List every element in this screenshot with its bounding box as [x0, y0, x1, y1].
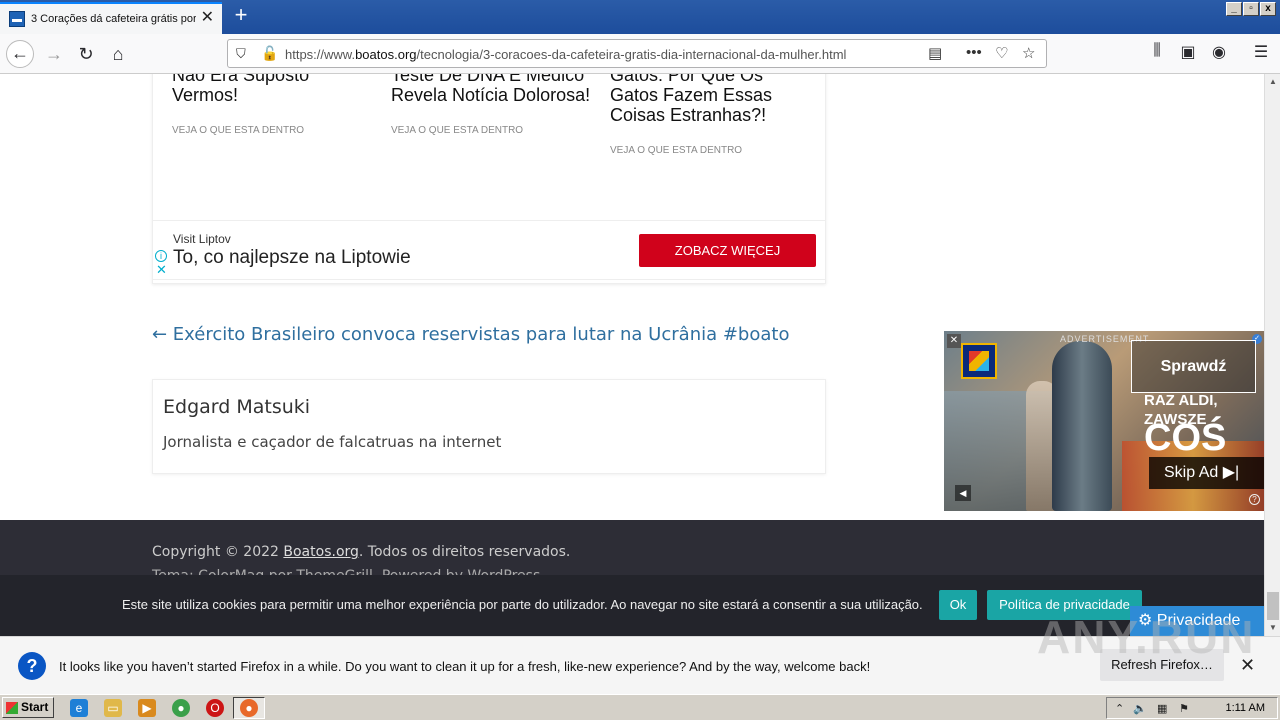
ad-close-icon[interactable]: ✕	[156, 263, 167, 276]
ad-sponsor: Visit Liptov	[173, 232, 231, 246]
volume-icon[interactable]: 🔈	[1133, 702, 1147, 715]
recommendation-link[interactable]: VEJA O QUE ESTA DENTRO	[610, 145, 810, 156]
previous-post-link[interactable]: ← Exército Brasileiro convoca reservista…	[152, 324, 789, 345]
tab-close-icon[interactable]: ✕	[201, 10, 214, 26]
browser-titlebar: 3 Corações dá cafeteira grátis por ✕ + _…	[0, 0, 1280, 34]
video-ad-slogan-big: COŚ	[1144, 417, 1227, 459]
flag-icon[interactable]: ⚑	[1179, 702, 1189, 715]
video-ad-close-icon[interactable]: ✕	[947, 334, 961, 348]
account-icon[interactable]: ◉	[1208, 42, 1230, 62]
url-text: https://www.boatos.org/tecnologia/3-cora…	[285, 47, 847, 62]
footer-copyright: Copyright © 2022 Boatos.org. Todos os di…	[152, 544, 571, 560]
scroll-up-icon[interactable]: ▲	[1265, 74, 1280, 90]
ie-icon[interactable]: e	[70, 699, 88, 717]
ad-scene-woman	[1052, 341, 1112, 511]
video-ad-cta-button[interactable]: Sprawdź	[1131, 340, 1256, 393]
author-name: Edgard Matsuki	[163, 396, 311, 418]
footer-site-link[interactable]: Boatos.org	[283, 544, 359, 560]
watermark: ANY.RUN	[1037, 611, 1256, 663]
skip-ad-button[interactable]: Skip Ad ▶|	[1149, 457, 1264, 489]
firefox-task-button[interactable]: ●	[233, 697, 265, 719]
navigation-toolbar: ← → ↻ ⌂ ⛉ 🔓 https://www.boatos.org/tecno…	[0, 34, 1280, 74]
library-icon[interactable]: ⫼	[1146, 42, 1168, 60]
recommendation-title[interactable]: Teste De DNA E Médico Revela Notícia Dol…	[391, 74, 591, 105]
lock-icon[interactable]: 🔓	[261, 45, 278, 62]
sidebar-icon[interactable]: ▣	[1177, 42, 1199, 62]
explorer-icon[interactable]: ▭	[104, 699, 122, 717]
reload-button[interactable]: ↻	[72, 40, 100, 68]
scroll-down-icon[interactable]: ▼	[1265, 620, 1280, 636]
recommendation-title[interactable]: Gatos: Por Que Os Gatos Fazem Essas Cois…	[610, 74, 810, 125]
author-box: Edgard Matsuki Jornalista e caçador de f…	[152, 379, 826, 474]
back-button[interactable]: ←	[6, 40, 34, 68]
recommendation-item[interactable]: Gatos: Por Que Os Gatos Fazem Essas Cois…	[610, 74, 810, 156]
recommendation-title[interactable]: Não Era Suposto Vermos!	[172, 74, 372, 105]
pocket-icon[interactable]: ♡	[995, 44, 1008, 62]
page-actions-icon[interactable]: •••	[966, 44, 982, 61]
windows-taskbar: Start e ▭ ▶ ● O ● ⌃ 🔈 ▦ ⚑ 1:11 AM	[0, 694, 1280, 720]
video-ad[interactable]: ✕ ADVERTISEMENT ✓ Sprawdź RAZ ALDI, ZAWSZ…	[944, 331, 1264, 511]
recommendation-link[interactable]: VEJA O QUE ESTA DENTRO	[391, 125, 591, 136]
cookie-text: Este site utiliza cookies para permitir …	[122, 597, 923, 612]
opera-icon[interactable]: O	[206, 699, 224, 717]
start-button[interactable]: Start	[2, 697, 54, 718]
forward-button[interactable]: →	[40, 40, 68, 68]
scrollbar-thumb[interactable]	[1267, 592, 1279, 620]
clock[interactable]: 1:11 AM	[1225, 702, 1265, 714]
restore-button[interactable]: ▫	[1243, 2, 1259, 16]
new-tab-button[interactable]: +	[228, 3, 254, 29]
recommendation-item[interactable]: Não Era Suposto Vermos! VEJA O QUE ESTA …	[172, 74, 372, 136]
home-button[interactable]: ⌂	[104, 40, 132, 68]
ad-cta-button[interactable]: ZOBACZ WIĘCEJ	[639, 234, 816, 267]
author-bio: Jornalista e caçador de falcatruas na in…	[163, 433, 502, 451]
notification-message: It looks like you haven’t started Firefo…	[59, 659, 871, 674]
system-tray: ⌃ 🔈 ▦ ⚑ 1:11 AM	[1106, 697, 1278, 719]
cookie-ok-button[interactable]: Ok	[939, 590, 977, 620]
help-icon[interactable]: ?	[1249, 494, 1260, 505]
active-tab[interactable]: 3 Corações dá cafeteira grátis por ✕	[0, 2, 222, 34]
close-window-button[interactable]: x	[1260, 2, 1276, 16]
url-bar[interactable]: ⛉ 🔓 https://www.boatos.org/tecnologia/3-…	[227, 39, 1047, 68]
tab-title: 3 Corações dá cafeteira grátis por	[31, 13, 196, 25]
page-scrollbar[interactable]: ▲ ▼	[1264, 74, 1280, 636]
reader-view-icon[interactable]: ▤	[928, 44, 942, 62]
tracking-shield-icon[interactable]: ⛉	[236, 46, 250, 62]
media-player-icon[interactable]: ▶	[138, 699, 156, 717]
recommendation-item[interactable]: Teste De DNA E Médico Revela Notícia Dol…	[391, 74, 591, 136]
ad-headline[interactable]: To, co najlepsze na Liptowie	[173, 247, 411, 269]
display-ad-banner[interactable]: i ✕ Visit Liptov To, co najlepsze na Lip…	[152, 220, 826, 280]
menu-icon[interactable]: ☰	[1250, 42, 1272, 62]
ad-info-icon[interactable]: i	[155, 250, 167, 262]
firefox-icon: ●	[240, 699, 258, 717]
chrome-icon[interactable]: ●	[172, 699, 190, 717]
question-icon: ?	[18, 652, 46, 680]
recommendation-link[interactable]: VEJA O QUE ESTA DENTRO	[172, 125, 372, 136]
window-controls: _ ▫ x	[1226, 2, 1276, 16]
site-favicon-icon	[9, 11, 25, 27]
aldi-logo	[961, 343, 997, 379]
minimize-button[interactable]: _	[1226, 2, 1242, 16]
tray-expand-icon[interactable]: ⌃	[1115, 702, 1124, 715]
mute-icon[interactable]: ◀	[955, 485, 971, 501]
network-icon[interactable]: ▦	[1157, 702, 1167, 715]
bookmark-star-icon[interactable]: ☆	[1022, 44, 1035, 62]
